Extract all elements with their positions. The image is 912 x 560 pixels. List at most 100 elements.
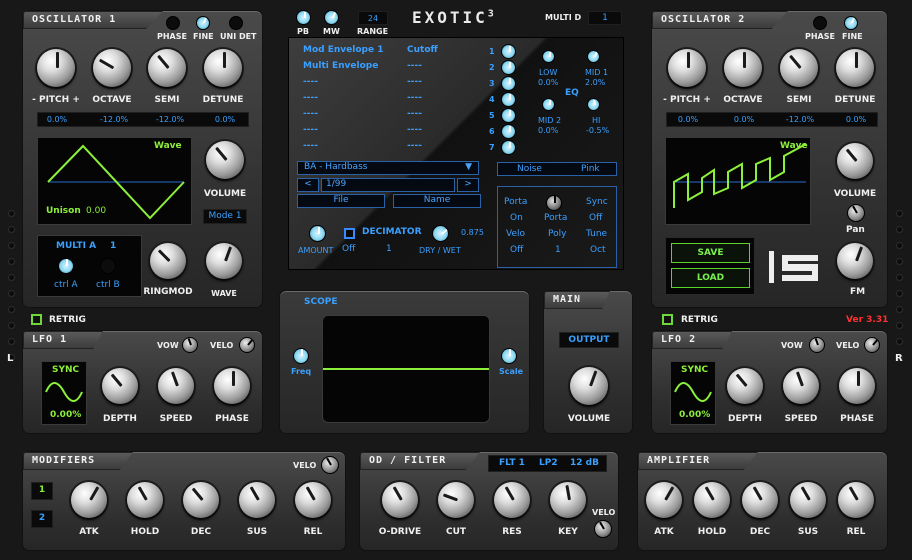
lfo2-speed-knob[interactable] <box>783 368 819 404</box>
matrix-amount-knob-4[interactable] <box>501 92 516 107</box>
pitch-bend-knob[interactable] <box>296 10 311 25</box>
osc1-wave-knob[interactable] <box>206 243 242 279</box>
output-selector[interactable]: OUTPUT <box>559 332 619 348</box>
amp-dec-knob[interactable] <box>742 482 778 518</box>
filter-select-label[interactable]: FLT 1 <box>499 458 525 468</box>
filter-res-knob[interactable] <box>494 482 530 518</box>
osc1-semi-knob[interactable] <box>148 49 186 87</box>
osc2-pitch-knob[interactable] <box>668 49 706 87</box>
osc2-octave-knob[interactable] <box>724 49 762 87</box>
matrix-source-7[interactable]: ---- <box>303 141 318 151</box>
mod-wheel-knob[interactable] <box>324 10 339 25</box>
range-display[interactable]: 24 <box>358 11 388 25</box>
modifiers-velo-knob[interactable] <box>321 456 339 474</box>
osc2-waveform-display[interactable]: Wave <box>665 137 811 225</box>
matrix-amount-knob-2[interactable] <box>501 60 516 75</box>
modifiers-sus-knob[interactable] <box>239 482 275 518</box>
porta-on-toggle[interactable]: On <box>510 213 523 223</box>
osc2-retrig-checkbox[interactable] <box>662 314 673 325</box>
filter-slope-label[interactable]: 12 dB <box>570 458 599 468</box>
osc2-fine-knob[interactable] <box>844 16 858 30</box>
lfo2-vow-knob[interactable] <box>809 337 825 353</box>
modifiers-dec-knob[interactable] <box>183 482 219 518</box>
filter-type-label[interactable]: LP2 <box>539 458 558 468</box>
preset-next-button[interactable]: > <box>457 178 479 192</box>
matrix-amount-knob-7[interactable] <box>501 140 516 155</box>
osc1-pitch-knob[interactable] <box>37 49 75 87</box>
osc1-detune-knob[interactable] <box>204 49 242 87</box>
preset-prev-button[interactable]: < <box>297 178 319 192</box>
lfo1-depth-knob[interactable] <box>102 368 138 404</box>
osc1-ctrl-b-knob[interactable] <box>100 258 116 274</box>
osc1-phase-knob[interactable] <box>166 16 180 30</box>
main-volume-knob[interactable] <box>570 367 608 405</box>
osc2-detune-knob[interactable] <box>836 49 874 87</box>
file-button[interactable]: File <box>297 194 385 208</box>
filter-key-knob[interactable] <box>550 482 586 518</box>
modifier-2-button[interactable]: 2 <box>31 510 53 528</box>
multi-d-display[interactable]: 1 <box>588 11 622 25</box>
lfo2-velo-knob[interactable] <box>864 337 880 353</box>
osc1-unidet-knob[interactable] <box>229 16 243 30</box>
lfo2-depth-knob[interactable] <box>727 368 763 404</box>
osc1-mode-selector[interactable]: Mode 1 <box>203 209 247 224</box>
poly-value[interactable]: 1 <box>555 245 561 255</box>
porta-knob[interactable] <box>546 195 562 211</box>
osc2-pan-knob[interactable] <box>847 204 865 222</box>
modifiers-rel-knob[interactable] <box>295 482 331 518</box>
lfo1-speed-knob[interactable] <box>158 368 194 404</box>
matrix-destination-4[interactable]: ---- <box>407 93 422 103</box>
scope-freq-knob[interactable] <box>293 348 309 364</box>
decimator-checkbox[interactable] <box>344 228 355 239</box>
matrix-destination-3[interactable]: ---- <box>407 77 422 87</box>
matrix-amount-knob-5[interactable] <box>501 108 516 123</box>
lfo2-display[interactable]: SYNC 0.00% <box>670 361 716 425</box>
osc1-volume-knob[interactable] <box>206 141 244 179</box>
matrix-destination-6[interactable]: ---- <box>407 125 422 135</box>
matrix-destination-5[interactable]: ---- <box>407 109 422 119</box>
amp-atk-knob[interactable] <box>646 482 682 518</box>
lfo1-vow-knob[interactable] <box>182 337 198 353</box>
matrix-destination-2[interactable]: ---- <box>407 61 422 71</box>
velo-toggle[interactable]: Off <box>510 245 523 255</box>
osc1-octave-knob[interactable] <box>93 49 131 87</box>
matrix-source-3[interactable]: ---- <box>303 77 318 87</box>
decimator-amount-knob[interactable] <box>309 225 326 242</box>
filter-odrive-knob[interactable] <box>382 482 418 518</box>
scope-scale-knob[interactable] <box>501 348 517 364</box>
eq-mid1-knob[interactable] <box>587 50 600 63</box>
drywet-knob[interactable] <box>432 225 449 242</box>
osc1-waveform-display[interactable]: Wave Unison 0.00 <box>37 137 192 225</box>
osc1-retrig-checkbox[interactable] <box>31 314 42 325</box>
eq-hi-knob[interactable] <box>587 98 600 111</box>
osc1-fine-knob[interactable] <box>196 16 210 30</box>
matrix-amount-knob-1[interactable] <box>501 44 516 59</box>
matrix-source-4[interactable]: ---- <box>303 93 318 103</box>
name-button[interactable]: Name <box>393 194 481 208</box>
lfo1-velo-knob[interactable] <box>239 337 255 353</box>
filter-cut-knob[interactable] <box>438 482 474 518</box>
amp-rel-knob[interactable] <box>838 482 874 518</box>
osc2-phase-knob[interactable] <box>813 16 827 30</box>
load-button[interactable]: LOAD <box>671 268 750 288</box>
preset-selector[interactable]: BA - Hardbass ▼ <box>297 161 479 175</box>
modifier-1-button[interactable]: 1 <box>31 482 53 500</box>
osc2-fm-knob[interactable] <box>837 243 873 279</box>
matrix-amount-knob-6[interactable] <box>501 124 516 139</box>
modifiers-atk-knob[interactable] <box>71 482 107 518</box>
osc2-semi-knob[interactable] <box>780 49 818 87</box>
matrix-destination-7[interactable]: ---- <box>407 141 422 151</box>
sync-toggle[interactable]: Off <box>589 213 602 223</box>
lfo1-phase-knob[interactable] <box>214 368 250 404</box>
matrix-amount-knob-3[interactable] <box>501 76 516 91</box>
osc2-volume-knob[interactable] <box>837 143 873 179</box>
osc1-ctrl-a-knob[interactable] <box>58 258 74 274</box>
matrix-source-1[interactable]: Mod Envelope 1 <box>303 45 383 55</box>
lfo2-phase-knob[interactable] <box>839 368 875 404</box>
save-button[interactable]: SAVE <box>671 243 750 263</box>
tune-value[interactable]: Oct <box>590 245 606 255</box>
matrix-source-6[interactable]: ---- <box>303 125 318 135</box>
lfo1-display[interactable]: SYNC 0.00% <box>41 361 87 425</box>
modifiers-hold-knob[interactable] <box>127 482 163 518</box>
eq-low-knob[interactable] <box>542 50 555 63</box>
